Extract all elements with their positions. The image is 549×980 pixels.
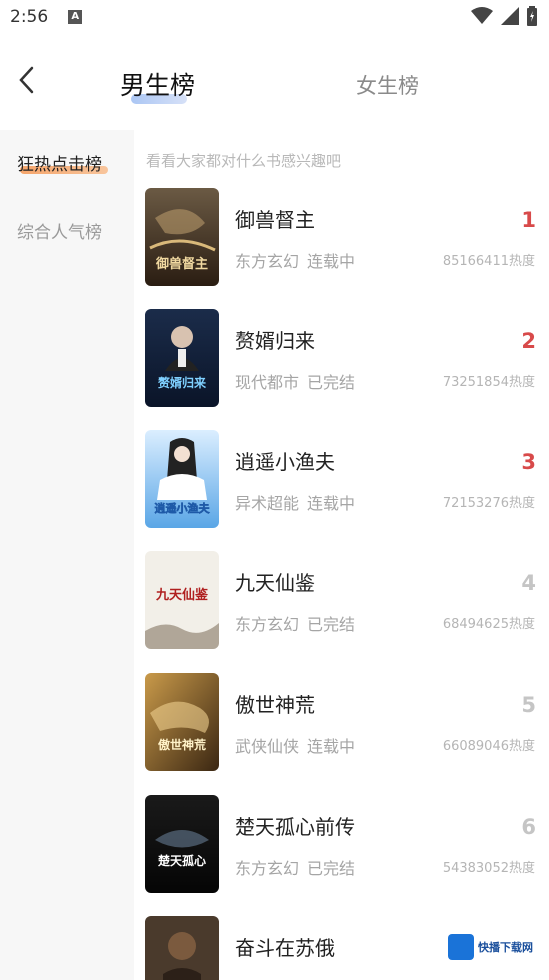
book-ranking-list: 看看大家都对什么书感兴趣吧 御兽督主 御兽督主 东方玄幻 连载中 1 851664… [134,130,549,980]
book-genre: 东方玄幻 [235,252,300,271]
book-cover: 楚天孤心 [145,795,219,893]
book-rank: 6 [521,815,536,839]
book-item[interactable]: 逍遥小渔夫 逍遥小渔夫 异术超能 连载中 3 72153276热度 [134,430,549,540]
book-rank: 4 [521,571,536,595]
top-tab-bar: 男生榜 女生榜 [0,50,549,112]
book-rank: 3 [521,450,536,474]
book-cover: 赘婿归来 [145,309,219,407]
book-meta: 现代都市 已完结 [235,369,355,393]
book-rank: 1 [521,208,536,232]
book-rank: 5 [521,693,536,717]
book-cover: 御兽督主 [145,188,219,286]
book-item[interactable]: 九天仙鉴 九天仙鉴 东方玄幻 已完结 4 68494625热度 [134,551,549,661]
book-item[interactable]: 傲世神荒 傲世神荒 武侠仙侠 连载中 5 66089046热度 [134,673,549,783]
book-cover: 傲世神荒 [145,673,219,771]
book-title: 楚天孤心前传 [235,815,355,839]
book-genre: 武侠仙侠 [235,737,300,756]
list-hint: 看看大家都对什么书感兴趣吧 [146,152,342,170]
book-heat: 68494625热度 [442,617,535,632]
book-meta: 东方玄幻 连载中 [235,248,355,272]
book-cover: 九天仙鉴 [145,551,219,649]
book-status: 连载中 [307,252,356,271]
tab-male-ranking[interactable]: 男生榜 [120,66,195,102]
book-title: 御兽督主 [235,208,315,232]
sidebar-item-popularity[interactable]: 综合人气榜 [17,218,102,243]
book-title: 赘婿归来 [235,329,315,353]
book-status: 连载中 [307,737,356,756]
book-meta: 异术超能 连载中 [235,490,355,514]
book-title: 逍遥小渔夫 [235,450,335,474]
status-time: 2:56 [10,7,49,27]
wifi-icon [471,7,493,24]
back-button[interactable] [14,64,42,96]
book-meta: 武侠仙侠 连载中 [235,733,355,757]
tab-female-ranking[interactable]: 女生榜 [356,70,419,100]
book-item[interactable]: 御兽督主 御兽督主 东方玄幻 连载中 1 85166411热度 [134,188,549,298]
book-status: 已完结 [307,859,356,878]
cover-title: 逍遥小渔夫 [155,501,211,515]
book-title: 九天仙鉴 [235,571,315,595]
cover-title: 傲世神荒 [158,737,206,752]
watermark-text: 快播下载网 [478,941,533,954]
book-genre: 现代都市 [235,373,300,392]
book-meta: 东方玄幻 已完结 [235,855,355,879]
book-cover [145,916,219,980]
cover-title: 御兽督主 [155,256,208,272]
book-heat: 66089046热度 [442,739,535,754]
book-heat: 85166411热度 [442,254,535,269]
book-rank: 2 [521,329,536,353]
book-title: 奋斗在苏俄 [235,936,335,960]
book-cover: 逍遥小渔夫 [145,430,219,528]
sidebar-item-hot-click[interactable]: 狂热点击榜 [17,150,102,175]
watermark-logo-icon [448,934,474,960]
status-icons [471,6,537,26]
book-status: 连载中 [307,494,356,513]
cover-title: 九天仙鉴 [155,587,209,603]
book-meta: 东方玄幻 已完结 [235,611,355,635]
cover-title: 赘婿归来 [157,375,207,390]
book-item[interactable]: 楚天孤心 楚天孤心前传 东方玄幻 已完结 6 54383052热度 [134,795,549,905]
book-heat: 73251854热度 [442,375,535,390]
book-status: 已完结 [307,373,356,392]
battery-icon [527,6,537,26]
book-status: 已完结 [307,615,356,634]
signal-icon [501,7,519,25]
book-heat: 72153276热度 [442,496,535,511]
book-title: 傲世神荒 [235,693,315,717]
watermark: 快播下载网 [444,932,537,962]
book-heat: 54383052热度 [442,861,535,876]
chevron-left-icon [19,66,34,94]
book-genre: 东方玄幻 [235,859,300,878]
cover-title: 楚天孤心 [157,853,206,868]
book-genre: 异术超能 [235,494,300,513]
ranking-sidebar: 狂热点击榜 综合人气榜 [0,130,134,980]
book-genre: 东方玄幻 [235,615,300,634]
status-bar: 2:56 A [0,0,549,34]
book-item[interactable]: 赘婿归来 赘婿归来 现代都市 已完结 2 73251854热度 [134,309,549,419]
notification-icon: A [68,10,83,24]
